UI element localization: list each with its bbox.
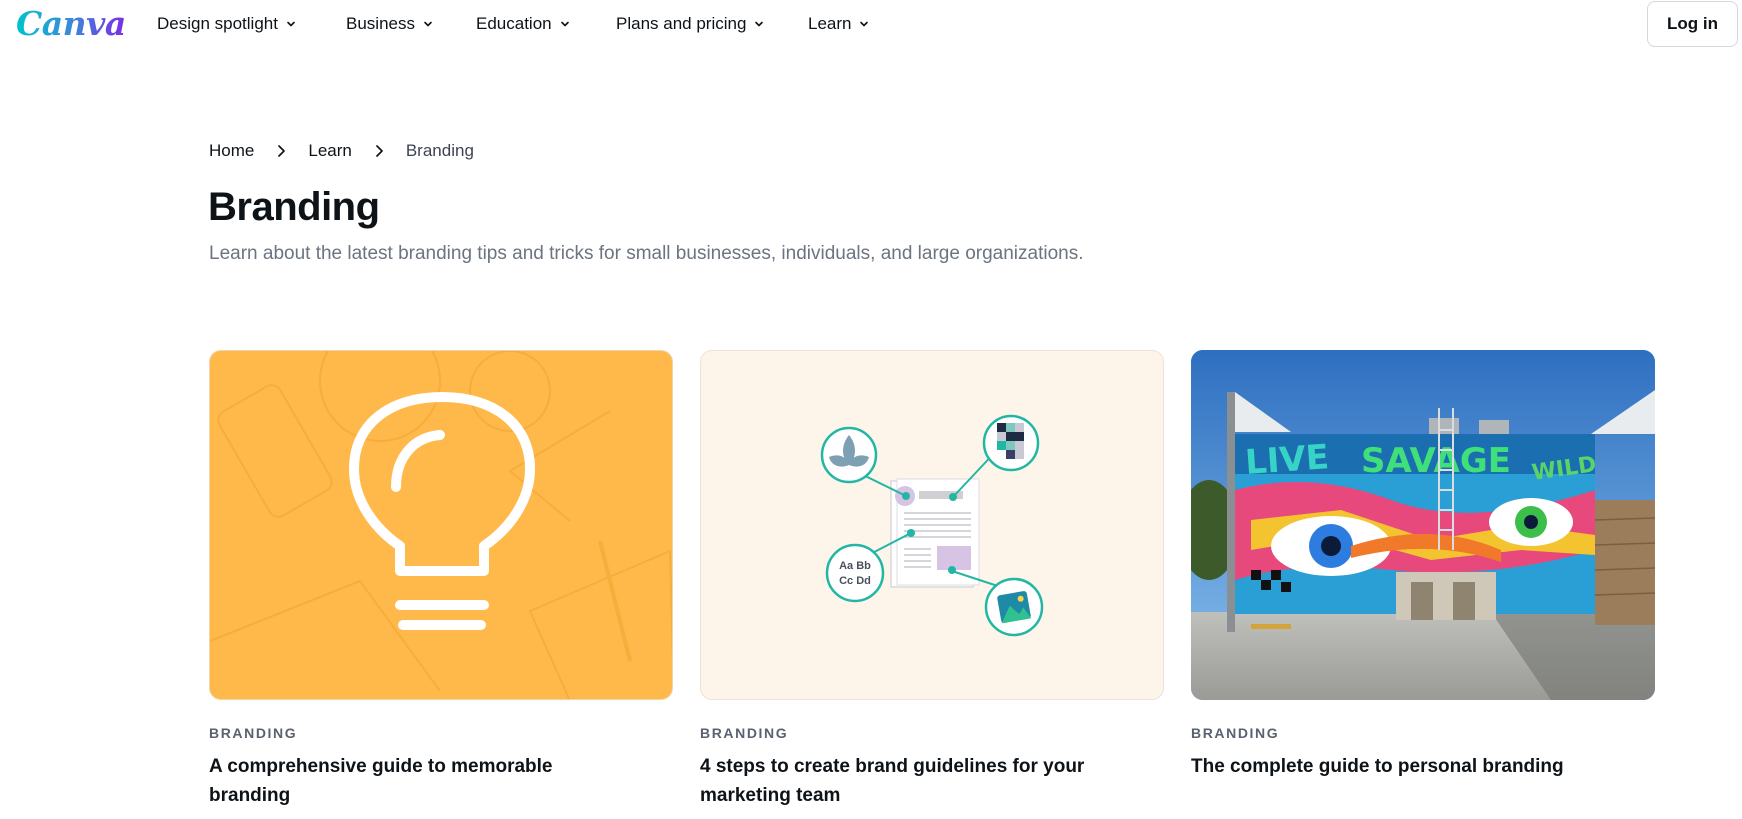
chevron-right-icon xyxy=(278,145,286,157)
brand-guidelines-illustration[interactable]: Aa Bb Cc Dd xyxy=(700,350,1164,700)
font-sample-text: Cc Dd xyxy=(839,575,871,587)
chevron-down-icon xyxy=(287,21,295,27)
breadcrumb-home[interactable]: Home xyxy=(209,141,254,161)
nav-business[interactable]: Business xyxy=(346,12,433,36)
page-title: Branding xyxy=(208,185,380,229)
card-category: BRANDING xyxy=(700,725,789,741)
article-card[interactable]: LIVE SAVAGE WILD BRANDING The complete g… xyxy=(1191,350,1655,781)
nav-label: Business xyxy=(346,14,415,33)
mural-photo[interactable]: LIVE SAVAGE WILD xyxy=(1191,350,1655,700)
brand-guidelines-icon: Aa Bb Cc Dd xyxy=(820,414,1044,637)
login-button[interactable]: Log in xyxy=(1647,1,1738,47)
top-navigation: Canva Design spotlight Business Educatio… xyxy=(0,0,1742,48)
nav-label: Learn xyxy=(808,14,852,33)
page-subtitle: Learn about the latest branding tips and… xyxy=(209,243,1084,264)
mural-photo-image: LIVE SAVAGE WILD xyxy=(1191,350,1655,700)
nav-label: Education xyxy=(476,14,552,33)
nav-label: Plans and pricing xyxy=(616,14,747,33)
chevron-down-icon xyxy=(860,21,869,27)
article-card[interactable]: BRANDING A comprehensive guide to memora… xyxy=(209,350,673,810)
chevron-down-icon xyxy=(560,21,569,27)
mural-text: LIVE xyxy=(1244,437,1330,483)
nav-label: Design spotlight xyxy=(157,14,278,33)
chevron-down-icon xyxy=(424,21,432,27)
lightbulb-icon xyxy=(210,351,672,699)
nav-learn[interactable]: Learn xyxy=(808,12,869,36)
mural-text: SAVAGE xyxy=(1361,441,1511,481)
card-title[interactable]: The complete guide to personal branding xyxy=(1191,752,1591,781)
card-title[interactable]: 4 steps to create brand guidelines for y… xyxy=(700,752,1100,810)
card-title[interactable]: A comprehensive guide to memorable brand… xyxy=(209,752,609,810)
breadcrumb-learn[interactable]: Learn xyxy=(308,141,351,161)
lightbulb-illustration[interactable] xyxy=(209,350,673,700)
nav-design-spotlight[interactable]: Design spotlight xyxy=(157,12,296,36)
font-sample-text: Aa Bb xyxy=(839,560,871,572)
card-category: BRANDING xyxy=(1191,725,1280,741)
card-category: BRANDING xyxy=(209,725,298,741)
nav-education[interactable]: Education xyxy=(476,12,570,36)
article-card[interactable]: Aa Bb Cc Dd BRANDING 4 steps to create b… xyxy=(700,350,1164,810)
breadcrumb: Home Learn Branding xyxy=(209,140,474,162)
canva-logo[interactable]: Canva xyxy=(16,2,126,46)
breadcrumb-current: Branding xyxy=(405,141,474,160)
nav-plans-and-pricing[interactable]: Plans and pricing xyxy=(616,12,764,36)
chevron-down-icon xyxy=(755,21,764,27)
chevron-right-icon xyxy=(375,145,383,157)
